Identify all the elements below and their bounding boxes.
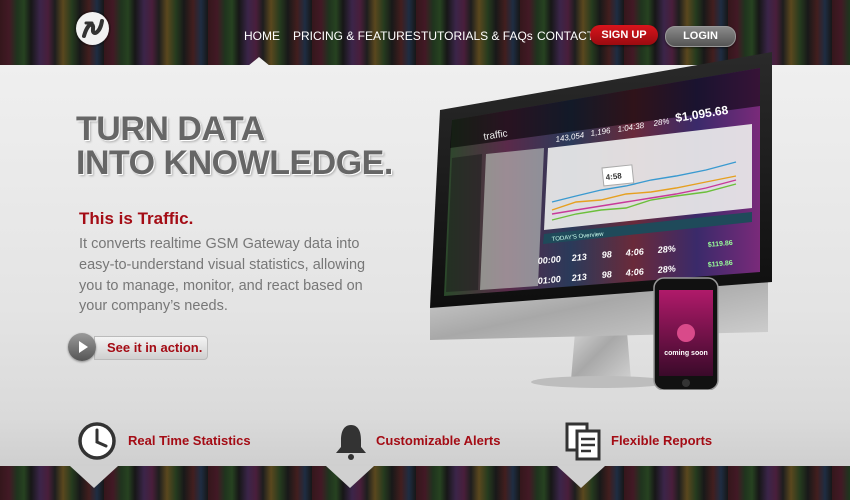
nav-contact[interactable]: CONTACT — [537, 29, 594, 43]
hero-subhead: This is Traffic. — [79, 209, 194, 228]
monitor-mockup: traffic $1,095.68 143,054 1,196 1:04:38 … — [430, 52, 772, 390]
screen-row-2-a: 213 — [570, 272, 587, 283]
hero-body: It converts realtime GSM Gateway data in… — [79, 236, 366, 315]
signup-button[interactable]: SIGN UP — [590, 25, 658, 45]
clock-icon — [78, 422, 116, 460]
bell-icon — [336, 425, 366, 460]
screen-row-1-c: 4:06 — [624, 246, 645, 258]
feature-arrow — [70, 466, 118, 488]
cta-label: See it in action. — [94, 336, 208, 360]
screen-row-1-b: 98 — [601, 249, 612, 260]
screen-row-1-d: 28% — [656, 243, 676, 255]
traffic-logo[interactable] — [76, 12, 109, 45]
headline-line-1: TURN DATA — [76, 110, 265, 148]
headline-line-2: INTO KNOWLEDGE. — [76, 144, 393, 182]
feature-arrow — [557, 466, 605, 488]
phone-coming-soon: coming soon — [664, 350, 708, 357]
screen-row-1-a: 213 — [570, 252, 587, 263]
nav-tutorials-faqs[interactable]: TUTORIALS & FAQs — [421, 29, 533, 43]
footer-background — [0, 466, 850, 500]
feature-label: Customizable Alerts — [376, 433, 501, 448]
active-nav-pointer — [248, 57, 270, 66]
nav-home[interactable]: HOME — [244, 29, 280, 43]
hero-headline: TURN DATA INTO KNOWLEDGE. — [76, 112, 393, 180]
traffic-swirl-icon — [82, 19, 104, 38]
feature-flexible-reports[interactable]: Flexible Reports — [563, 420, 763, 461]
feature-label: Real Time Statistics — [128, 433, 251, 448]
feature-arrow — [326, 466, 374, 488]
login-button[interactable]: LOGIN — [665, 26, 736, 47]
see-it-in-action-button[interactable]: See it in action. — [68, 333, 208, 361]
screen-row-2-time: 01:00 — [537, 274, 561, 286]
feature-real-time-statistics[interactable]: Real Time Statistics — [76, 420, 276, 460]
screen-tooltip: 4:58 — [605, 171, 622, 182]
screen-row-2-c: 4:06 — [624, 266, 645, 278]
play-icon — [68, 333, 96, 361]
feature-label: Flexible Reports — [611, 433, 713, 448]
screen-row-2-d: 28% — [656, 263, 676, 275]
screen-row-2-b: 98 — [601, 269, 612, 280]
feature-customizable-alerts[interactable]: Customizable Alerts — [330, 420, 530, 460]
nav-pricing-features[interactable]: PRICING & FEATURES — [293, 29, 421, 43]
reports-icon — [565, 422, 601, 461]
screen-row-1-time: 00:00 — [537, 254, 561, 266]
